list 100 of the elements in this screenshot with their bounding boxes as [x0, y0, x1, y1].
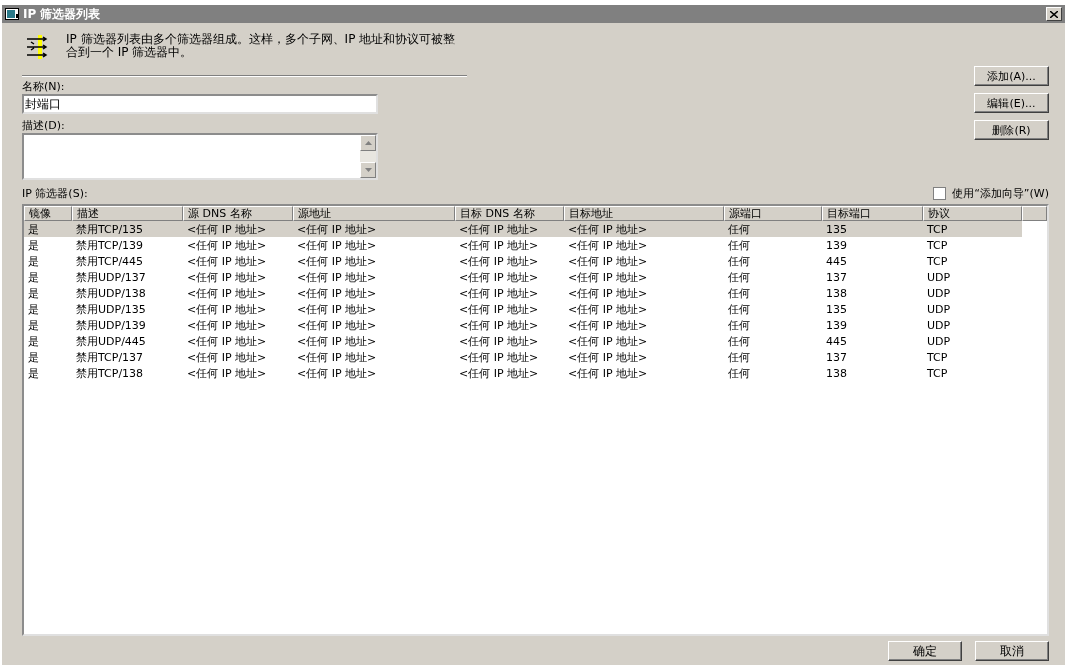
scroll-up-icon[interactable] — [360, 135, 376, 151]
wizard-checkbox[interactable] — [933, 187, 947, 200]
table-cell-text: 任何 — [727, 237, 751, 253]
column-header[interactable]: 镜像 — [24, 206, 72, 221]
table-cell-text: TCP — [926, 350, 949, 364]
table-cell-text: 是 — [27, 269, 40, 285]
name-field[interactable]: 封端口 — [22, 94, 378, 114]
table-cell-text: <任何 IP 地址> — [296, 333, 378, 349]
table-cell-text: 135 — [825, 222, 848, 236]
table-cell-text: <任何 IP 地址> — [458, 237, 540, 253]
column-header[interactable]: 目标 DNS 名称 — [455, 206, 564, 221]
column-header[interactable]: 协议 — [923, 206, 1022, 221]
table-cell-text: <任何 IP 地址> — [458, 301, 540, 317]
table-cell-text: UDP — [926, 286, 952, 300]
table-cell-text: 任何 — [727, 285, 751, 301]
window-icon — [5, 8, 19, 20]
table-cell-text: <任何 IP 地址> — [567, 349, 649, 365]
table-cell-text: TCP — [926, 366, 949, 380]
table-cell-text: <任何 IP 地址> — [186, 285, 268, 301]
name-label: 名称(N): — [22, 79, 66, 94]
table-cell-text: <任何 IP 地址> — [186, 349, 268, 365]
table-cell-text: 禁用UDP/139 — [75, 317, 147, 333]
table-cell-text: <任何 IP 地址> — [296, 285, 378, 301]
table-cell-text: 任何 — [727, 301, 751, 317]
action-button[interactable]: 删除(R) — [974, 120, 1049, 140]
table-cell-text: <任何 IP 地址> — [186, 269, 268, 285]
table-cell-text: 任何 — [727, 333, 751, 349]
column-header[interactable]: 源地址 — [293, 206, 455, 221]
table-cell-text: 445 — [825, 254, 848, 268]
table-cell-text: <任何 IP 地址> — [186, 237, 268, 253]
table-cell-text: <任何 IP 地址> — [567, 301, 649, 317]
column-header[interactable]: 描述 — [72, 206, 183, 221]
table-cell-text: UDP — [926, 270, 952, 284]
table-cell-text: 是 — [27, 349, 40, 365]
table-cell-text: TCP — [926, 238, 949, 252]
table-cell-text: <任何 IP 地址> — [296, 365, 378, 381]
table-cell-text: <任何 IP 地址> — [186, 365, 268, 381]
table-cell-text: 任何 — [727, 269, 751, 285]
table-cell-text: <任何 IP 地址> — [296, 349, 378, 365]
column-header[interactable]: 源 DNS 名称 — [183, 206, 293, 221]
table-cell-text: <任何 IP 地址> — [567, 333, 649, 349]
table-cell-text: <任何 IP 地址> — [458, 253, 540, 269]
table-cell-text: <任何 IP 地址> — [296, 269, 378, 285]
table-cell-text: <任何 IP 地址> — [458, 333, 540, 349]
table-cell-text: <任何 IP 地址> — [458, 269, 540, 285]
table-cell-text: <任何 IP 地址> — [186, 317, 268, 333]
table-cell-text: 是 — [27, 221, 40, 237]
action-button[interactable]: 添加(A)... — [974, 66, 1049, 86]
table-cell-text: UDP — [926, 318, 952, 332]
table-cell-text: 禁用UDP/445 — [75, 333, 147, 349]
table-cell-text: 是 — [27, 317, 40, 333]
table-cell-text: 是 — [27, 285, 40, 301]
table-cell-text: <任何 IP 地址> — [567, 317, 649, 333]
table-cell-text: <任何 IP 地址> — [458, 317, 540, 333]
table-cell-text: <任何 IP 地址> — [296, 317, 378, 333]
intro-text: IP 筛选器列表由多个筛选器组成。这样，多个子网、IP 地址和协议可被整合到一个 IP 筛选器中。 — [66, 33, 457, 59]
dialog-button[interactable]: 确定 — [888, 641, 962, 661]
table-cell-text: <任何 IP 地址> — [567, 285, 649, 301]
table-cell-text: 禁用UDP/135 — [75, 301, 147, 317]
table-cell-text: <任何 IP 地址> — [296, 253, 378, 269]
table-cell-text: 禁用TCP/138 — [75, 365, 145, 381]
table-cell-text: 任何 — [727, 253, 751, 269]
table-cell-text: <任何 IP 地址> — [458, 365, 540, 381]
table-cell-text: 任何 — [727, 349, 751, 365]
table-cell-text: 138 — [825, 286, 848, 300]
dialog-button[interactable]: 取消 — [975, 641, 1049, 661]
table-cell-text: 是 — [27, 253, 40, 269]
table-cell-text: <任何 IP 地址> — [186, 253, 268, 269]
close-icon — [1050, 10, 1058, 18]
table-cell-text: <任何 IP 地址> — [458, 349, 540, 365]
table-cell-text: 禁用TCP/135 — [75, 221, 145, 237]
table-cell-text: <任何 IP 地址> — [567, 221, 649, 237]
table-row[interactable]: 是 禁用TCP/135 <任何 IP 地址> <任何 IP 地址> <任何 IP 地址> <任何 IP 地址> 任何 135 TCP — [24, 221, 1022, 237]
filter-list-icon — [26, 33, 48, 59]
table-cell-text: <任何 IP 地址> — [458, 221, 540, 237]
description-field[interactable] — [22, 133, 378, 180]
table-cell-text: 任何 — [727, 221, 751, 237]
table-cell-text: <任何 IP 地址> — [567, 253, 649, 269]
column-header[interactable]: 目标地址 — [564, 206, 724, 221]
table-cell-text: 137 — [825, 270, 848, 284]
wizard-label: 使用“添加向导”(W) — [952, 186, 1049, 201]
column-header[interactable]: 目标端口 — [822, 206, 923, 221]
table-cell-text: <任何 IP 地址> — [186, 333, 268, 349]
table-cell-text: 135 — [825, 302, 848, 316]
table-cell-text: 任何 — [727, 317, 751, 333]
table-cell-text: 任何 — [727, 365, 751, 381]
table-cell-text: TCP — [926, 222, 949, 236]
table-cell-text: 禁用UDP/137 — [75, 269, 147, 285]
table-cell-text: <任何 IP 地址> — [296, 237, 378, 253]
description-label: 描述(D): — [22, 118, 66, 133]
table-cell-text: <任何 IP 地址> — [567, 269, 649, 285]
table-cell-text: <任何 IP 地址> — [296, 301, 378, 317]
action-button[interactable]: 编辑(E)... — [974, 93, 1049, 113]
table-cell-text: 是 — [27, 365, 40, 381]
table-cell-text: <任何 IP 地址> — [458, 285, 540, 301]
table-cell-text: 禁用TCP/139 — [75, 237, 145, 253]
close-button[interactable] — [1046, 7, 1062, 21]
column-header[interactable]: 源端口 — [724, 206, 822, 221]
table-cell-text: 137 — [825, 350, 848, 364]
scroll-down-icon[interactable] — [360, 162, 376, 178]
